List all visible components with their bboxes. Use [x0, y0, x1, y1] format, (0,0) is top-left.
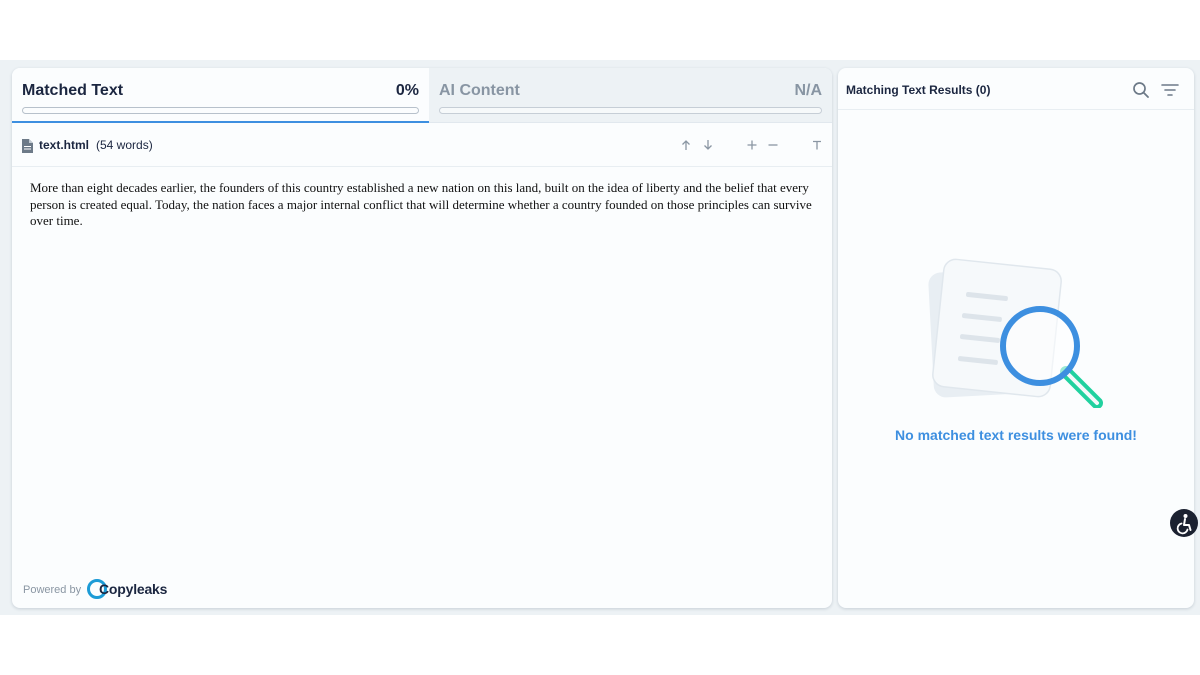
report-tabs: Matched Text 0% AI Content N/A: [12, 68, 832, 123]
text-format-icon[interactable]: [809, 137, 825, 155]
arrow-down-icon[interactable]: [700, 137, 716, 155]
file-toolbar: text.html (54 words): [12, 125, 832, 167]
matched-text-panel: Matched Text 0% AI Content N/A text.html…: [12, 68, 832, 608]
tab-matched-text[interactable]: Matched Text 0%: [12, 68, 429, 123]
zoom-out-icon[interactable]: [765, 137, 781, 155]
arrow-up-icon[interactable]: [678, 137, 694, 155]
accessibility-icon[interactable]: [1170, 509, 1198, 537]
submitted-text: More than eight decades earlier, the fou…: [30, 180, 812, 228]
ai-content-progress-bar: [439, 107, 822, 114]
ai-content-value: N/A: [794, 82, 822, 99]
tab-matched-text-title: Matched Text: [22, 82, 124, 99]
magnifier-document-illustration: [928, 258, 1103, 408]
zoom-in-icon[interactable]: [744, 137, 760, 155]
word-count: (54 words): [96, 138, 153, 152]
tab-ai-content-title: AI Content: [439, 82, 520, 99]
results-title: Matching Text Results (0): [846, 83, 991, 97]
search-icon[interactable]: [1131, 80, 1151, 100]
matched-text-progress-bar: [22, 107, 419, 114]
document-icon: [22, 139, 33, 153]
copyleaks-logo[interactable]: Copyleaks: [87, 578, 167, 600]
filter-icon[interactable]: [1160, 80, 1180, 100]
file-name: text.html: [39, 138, 90, 152]
tab-ai-content[interactable]: AI Content N/A: [429, 68, 832, 123]
powered-by-label: Powered by: [23, 584, 82, 596]
results-header: Matching Text Results (0): [838, 68, 1194, 110]
matched-text-percentage: 0%: [395, 82, 419, 99]
results-panel: Matching Text Results (0) No matched tex…: [838, 68, 1194, 608]
app-container: Matched Text 0% AI Content N/A text.html…: [0, 60, 1200, 615]
copyleaks-logo-text: Copyleaks: [99, 581, 168, 597]
no-results-message: No matched text results were found!: [895, 427, 1137, 443]
